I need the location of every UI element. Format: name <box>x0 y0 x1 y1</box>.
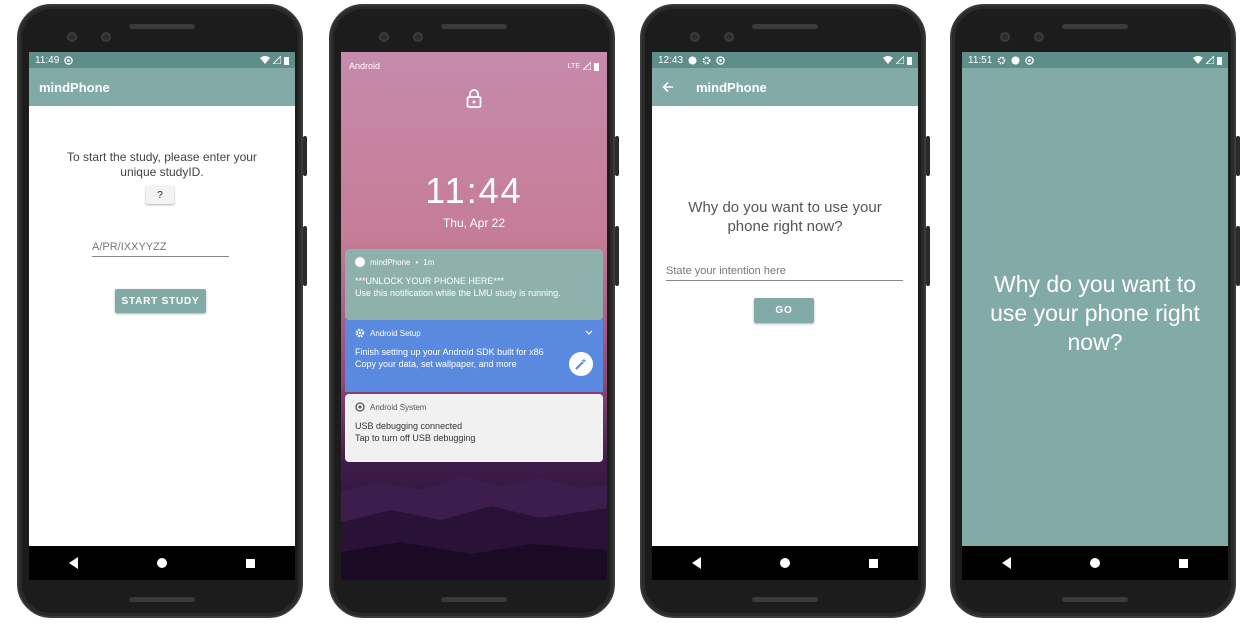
nav-bar <box>29 546 295 580</box>
app-title: mindPhone <box>696 79 767 95</box>
bottom-speaker <box>752 597 818 602</box>
app-bar: mindPhone <box>652 68 918 106</box>
carrier-label: Android <box>349 61 381 71</box>
phone-3: 12:43 mindPhone Why do you want to use y… <box>640 4 930 618</box>
notification-mindphone[interactable]: mindPhone • 1m ***UNLOCK YOUR PHONE HERE… <box>345 249 603 320</box>
sync-icon <box>355 402 365 412</box>
network-label: LTE <box>567 62 580 70</box>
signal-icon <box>1206 56 1214 64</box>
battery-icon <box>907 56 912 65</box>
status-time: 11:51 <box>968 54 993 66</box>
earpiece-speaker <box>129 24 195 29</box>
gear-icon <box>355 328 365 338</box>
chevron-down-icon[interactable] <box>585 330 593 336</box>
recents-icon[interactable] <box>869 558 879 568</box>
lock-date: Thu, Apr 22 <box>442 216 506 230</box>
study-id-input[interactable] <box>92 238 229 257</box>
nav-bar <box>962 546 1228 580</box>
wallpaper-mountains <box>341 476 607 580</box>
home-icon[interactable] <box>1089 558 1100 568</box>
back-icon[interactable] <box>1001 557 1011 569</box>
screen-fullscreen-question: 11:51 Why do you want to use your phone … <box>962 52 1228 580</box>
gear-icon <box>702 56 711 65</box>
start-study-button[interactable]: START STUDY <box>115 289 206 313</box>
sync-icon <box>1025 55 1035 65</box>
lock-screen: Android LTE 11:44 Thu, Apr 22 mindPhone … <box>341 52 607 580</box>
signal-icon <box>896 56 904 64</box>
signal-icon <box>273 56 281 64</box>
battery-icon <box>594 62 599 71</box>
signal-icon <box>583 62 591 70</box>
back-arrow-icon[interactable] <box>662 81 674 93</box>
phone-2: Android LTE 11:44 Thu, Apr 22 mindPhone … <box>329 4 619 618</box>
intention-input[interactable] <box>666 262 903 281</box>
home-icon[interactable] <box>156 558 167 568</box>
battery-icon <box>1217 56 1222 65</box>
battery-icon <box>284 56 289 65</box>
home-icon[interactable] <box>779 558 790 568</box>
fullscreen-question: Why do you want to use your phone right … <box>990 271 1200 355</box>
front-sensor <box>724 32 734 42</box>
bottom-speaker <box>441 597 507 602</box>
phone-1: 11:49 mindPhone To start the study, plea… <box>17 4 307 618</box>
front-camera <box>379 32 389 42</box>
sync-icon <box>716 55 725 65</box>
record-icon <box>1011 56 1020 65</box>
back-icon[interactable] <box>68 557 78 569</box>
bottom-speaker <box>129 597 195 602</box>
status-bar: 11:51 <box>962 52 1228 68</box>
magic-wand-icon <box>569 352 593 376</box>
status-time: 12:43 <box>658 54 684 66</box>
notification-android-setup[interactable]: Android Setup Finish setting up your And… <box>345 320 603 392</box>
go-button[interactable]: GO <box>754 298 814 323</box>
intention-question: Why do you want to use your phone right … <box>688 199 882 235</box>
status-bar: 12:43 <box>652 52 918 68</box>
help-button[interactable]: ? <box>146 186 174 204</box>
front-camera <box>67 32 77 42</box>
wifi-icon <box>883 56 893 64</box>
earpiece-speaker <box>752 24 818 29</box>
app-icon <box>355 257 365 267</box>
wifi-icon <box>260 56 270 64</box>
wifi-icon <box>1193 56 1203 64</box>
front-camera <box>690 32 700 42</box>
front-camera <box>1000 32 1010 42</box>
phone-4: 11:51 Why do you want to use your phone … <box>950 4 1240 618</box>
earpiece-speaker <box>1062 24 1128 29</box>
lock-status-bar: Android LTE <box>341 52 607 80</box>
notification-android-system[interactable]: Android System USB debugging connected T… <box>345 394 603 462</box>
recents-icon[interactable] <box>246 558 256 568</box>
sync-icon <box>64 55 74 65</box>
nav-bar <box>652 546 918 580</box>
record-icon <box>688 56 697 65</box>
front-sensor <box>101 32 111 42</box>
app-title: mindPhone <box>39 79 110 95</box>
study-instructions: To start the study, please enter your un… <box>67 150 257 179</box>
gear-icon <box>997 56 1006 65</box>
earpiece-speaker <box>441 24 507 29</box>
lock-icon[interactable] <box>465 88 483 113</box>
status-bar: 11:49 <box>29 52 295 68</box>
front-sensor <box>413 32 423 42</box>
app-bar: mindPhone <box>29 68 295 106</box>
bottom-speaker <box>1062 597 1128 602</box>
front-sensor <box>1034 32 1044 42</box>
status-time: 11:49 <box>35 54 60 66</box>
back-icon[interactable] <box>691 557 701 569</box>
lock-clock: 11:44 <box>425 170 523 211</box>
screen-study-id: 11:49 mindPhone To start the study, plea… <box>29 52 295 580</box>
recents-icon[interactable] <box>1179 558 1189 568</box>
screen-intention: 12:43 mindPhone Why do you want to use y… <box>652 52 918 580</box>
